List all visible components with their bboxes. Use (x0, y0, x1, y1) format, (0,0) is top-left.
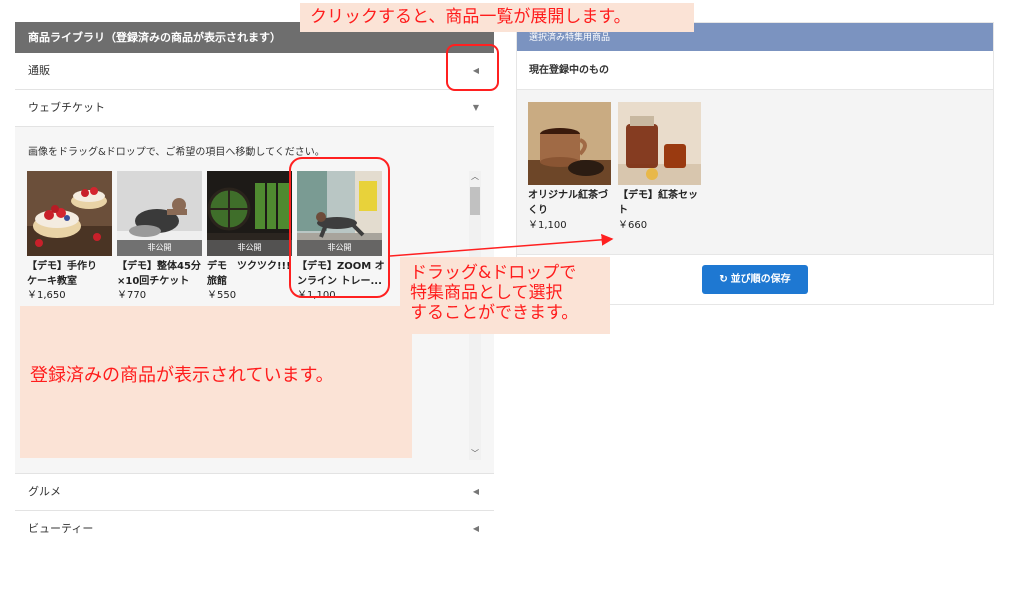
callout-expand-note: クリックすると、商品一覧が展開します。 (300, 3, 694, 32)
callout-registered-note: 登録済みの商品が表示されています。 (20, 306, 412, 458)
callout-dragdrop-note: ドラッグ&ドロップで 特集商品として選択 することができます。 (400, 257, 610, 334)
